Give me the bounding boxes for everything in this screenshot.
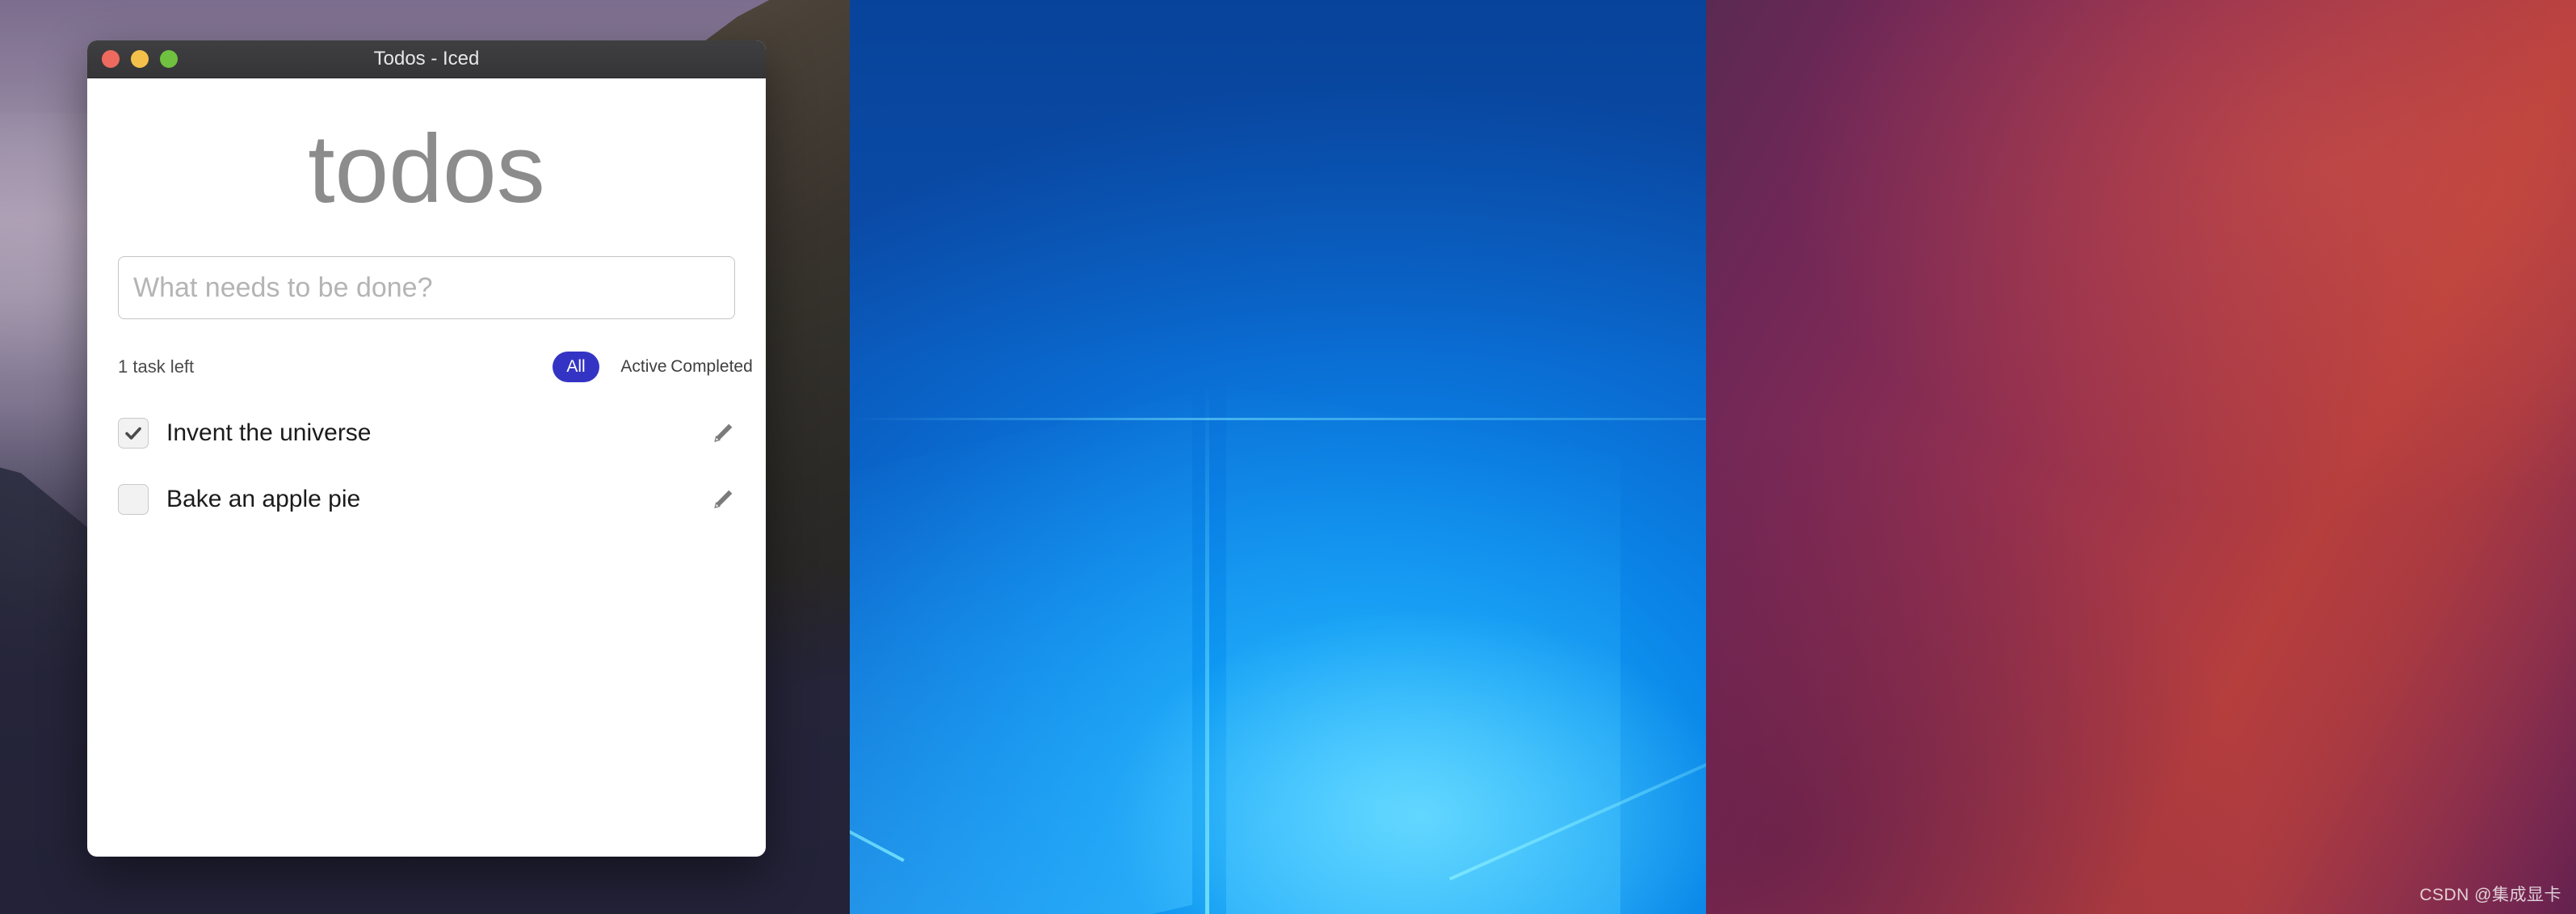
wallpaper-windows: [850, 0, 1706, 914]
desktop-macos: Todos - Iced todos What needs to be done…: [0, 0, 850, 914]
app-window-macos: Todos - Iced todos What needs to be done…: [87, 40, 766, 857]
filter-all[interactable]: All: [553, 352, 599, 382]
todo-label[interactable]: Invent the universe: [166, 419, 372, 447]
titlebar-macos[interactable]: Todos - Iced: [87, 40, 766, 78]
check-icon: [125, 427, 141, 440]
wallpaper-glow: [1107, 607, 1706, 914]
window-title: Todos - Iced: [373, 48, 480, 69]
edit-pencil-icon[interactable]: [711, 421, 735, 445]
todo-checkbox[interactable]: [118, 484, 149, 515]
desktop-linux: Todos - Iced − + ✕ todos What needs to b…: [1706, 0, 2576, 914]
todo-app-macos: todos What needs to be done? 1 task left…: [87, 120, 766, 515]
controls-row: 1 task left All Active Completed: [118, 352, 753, 382]
watermark: CSDN @集成显卡: [2419, 886, 2561, 904]
wallpaper-beam-horizon: [850, 418, 1706, 421]
page-title: todos: [308, 115, 545, 223]
tasks-left-label: 1 task left: [118, 356, 195, 377]
wallpaper-cool-glow: [1706, 0, 2576, 914]
new-todo-placeholder: What needs to be done?: [133, 272, 433, 303]
filter-group: All Active Completed: [553, 352, 753, 382]
todo-checkbox[interactable]: [118, 418, 149, 449]
todo-label[interactable]: Bake an apple pie: [166, 486, 360, 513]
desktop-windows: Todos - Iced todos What needs to b: [850, 0, 1706, 914]
list-item: Invent the universe: [118, 418, 735, 449]
filter-active[interactable]: Active: [620, 352, 667, 382]
new-todo-input[interactable]: What needs to be done?: [118, 256, 735, 319]
list-item: Bake an apple pie: [118, 484, 735, 515]
screenshot-root: Todos - Iced todos What needs to be done…: [0, 0, 2576, 914]
filter-completed[interactable]: Completed: [670, 352, 753, 382]
wallpaper-linux: [1706, 0, 2576, 914]
edit-pencil-icon[interactable]: [711, 487, 735, 512]
